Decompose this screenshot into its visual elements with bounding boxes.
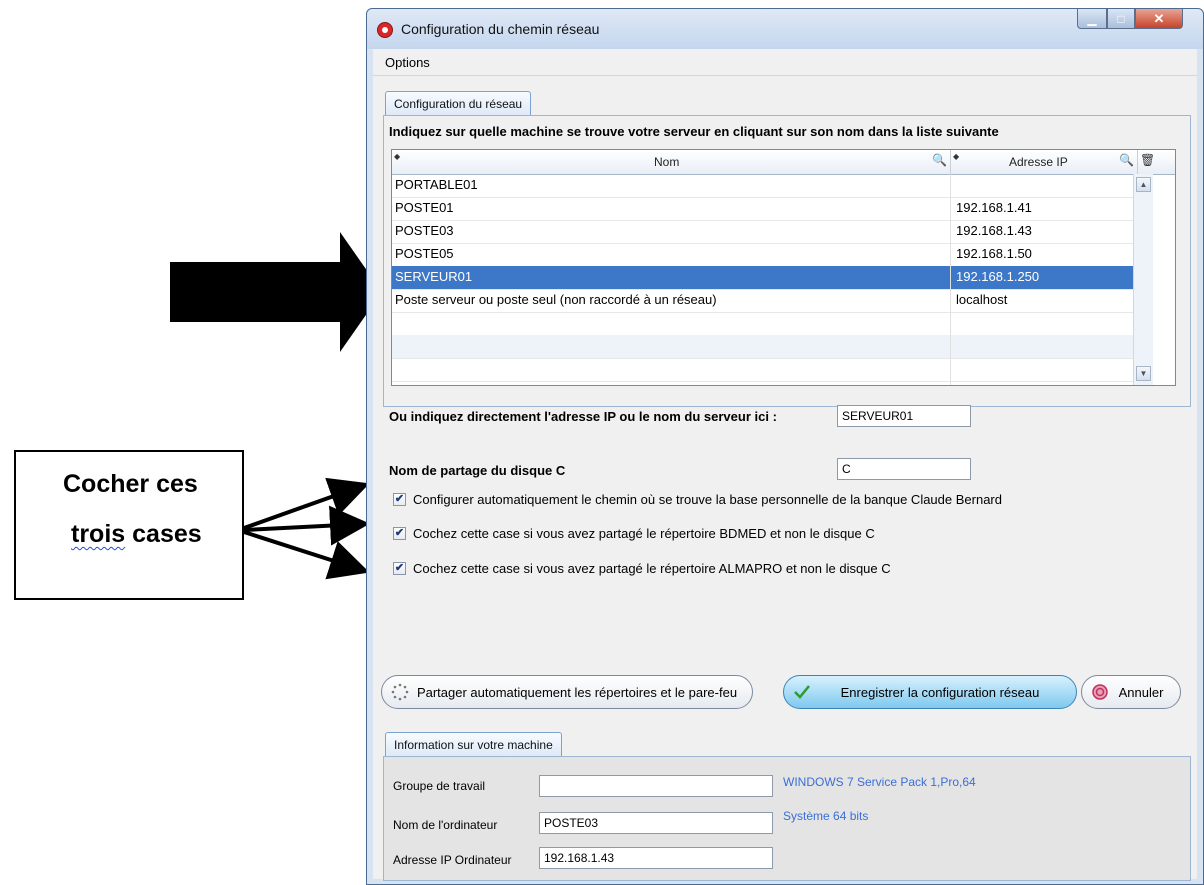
cell-ip: localhost bbox=[956, 292, 1008, 307]
cell-nom: SERVEUR01 bbox=[395, 269, 473, 284]
table-row-selected[interactable]: SERVEUR01 192.168.1.250 bbox=[392, 266, 1152, 290]
checkmark-icon bbox=[792, 682, 812, 702]
save-config-button[interactable]: Enregistrer la configuration réseau bbox=[783, 675, 1077, 709]
column-label-ip: Adresse IP bbox=[1009, 155, 1068, 169]
cell-nom: PORTABLE01 bbox=[395, 177, 478, 192]
cell-nom: POSTE05 bbox=[395, 246, 454, 261]
sort-icon: ◆ bbox=[394, 152, 401, 161]
computer-name-label: Nom de l'ordinateur bbox=[393, 818, 498, 832]
table-header: ◆ Nom 🔍 ◆ Adresse IP 🔍 🗑 bbox=[392, 150, 1175, 175]
cancel-label: Annuler bbox=[1118, 684, 1164, 700]
callout-text-line2: trois cases bbox=[71, 520, 202, 549]
share-folders-button[interactable]: Partager automatiquement les répertoires… bbox=[381, 675, 753, 709]
cell-ip: 192.168.1.50 bbox=[956, 246, 1032, 261]
table-row-empty bbox=[392, 335, 1152, 359]
cell-nom: Poste serveur ou poste seul (non raccord… bbox=[395, 292, 717, 307]
server-address-input[interactable]: SERVEUR01 bbox=[837, 405, 971, 427]
close-button[interactable]: ✕ bbox=[1135, 9, 1183, 29]
checkbox-bdmed-label[interactable]: Cochez cette case si vous avez partagé l… bbox=[413, 526, 875, 541]
title-bar[interactable]: Configuration du chemin réseau ▁ □ ✕ bbox=[367, 9, 1203, 49]
vertical-scrollbar[interactable]: ▲ ▼ bbox=[1133, 174, 1153, 385]
delete-icon[interactable]: 🗑 bbox=[1140, 153, 1155, 167]
cell-ip: 192.168.1.41 bbox=[956, 200, 1032, 215]
minimize-button[interactable]: ▁ bbox=[1077, 9, 1107, 29]
spinner-icon bbox=[390, 682, 410, 702]
os-info-text: WINDOWS 7 Service Pack 1,Pro,64 bbox=[783, 775, 976, 789]
column-separator bbox=[950, 174, 951, 385]
share-folders-label: Partager automatiquement les répertoires… bbox=[416, 684, 738, 700]
callout-text-line1: Cocher ces bbox=[63, 470, 198, 498]
column-header-extra[interactable]: 🗑 bbox=[1138, 150, 1175, 174]
checkbox-almapro[interactable]: ✔ bbox=[393, 562, 406, 575]
cell-nom: POSTE01 bbox=[395, 200, 454, 215]
table-row[interactable]: Poste serveur ou poste seul (non raccord… bbox=[392, 289, 1152, 313]
column-label-nom: Nom bbox=[654, 155, 680, 169]
instruction-text: Indiquez sur quelle machine se trouve vo… bbox=[389, 124, 999, 139]
server-list-table: ◆ Nom 🔍 ◆ Adresse IP 🔍 🗑 PORTABLE01 POST… bbox=[391, 149, 1176, 386]
computer-ip-input[interactable]: 192.168.1.43 bbox=[539, 847, 773, 869]
menu-options[interactable]: Options bbox=[385, 55, 430, 70]
computer-ip-label: Adresse IP Ordinateur bbox=[393, 853, 512, 867]
bits-info-text: Système 64 bits bbox=[783, 809, 869, 823]
column-header-ip[interactable]: ◆ Adresse IP 🔍 bbox=[951, 150, 1138, 174]
scroll-up-icon[interactable]: ▲ bbox=[1136, 177, 1151, 192]
callout-word-cases: cases bbox=[132, 520, 202, 548]
search-icon[interactable]: 🔍 bbox=[1119, 153, 1134, 167]
table-row[interactable]: POSTE01 192.168.1.41 bbox=[392, 197, 1152, 221]
cell-nom: POSTE03 bbox=[395, 223, 454, 238]
window-client: Options Configuration du réseau Indiquez… bbox=[373, 49, 1197, 881]
table-row-empty bbox=[392, 358, 1152, 382]
checkbox-auto-path-label[interactable]: Configurer automatiquement le chemin où … bbox=[413, 492, 1002, 507]
table-row[interactable]: PORTABLE01 bbox=[392, 174, 1152, 198]
column-header-nom[interactable]: ◆ Nom 🔍 bbox=[392, 150, 951, 174]
sort-icon: ◆ bbox=[953, 152, 960, 161]
window-title: Configuration du chemin réseau bbox=[401, 21, 600, 37]
table-row[interactable]: POSTE05 192.168.1.50 bbox=[392, 243, 1152, 267]
cancel-icon bbox=[1090, 682, 1110, 702]
cell-ip: 192.168.1.250 bbox=[956, 269, 1040, 284]
share-name-label: Nom de partage du disque C bbox=[389, 463, 566, 478]
callout-word-trois: trois bbox=[71, 520, 126, 548]
scroll-down-icon[interactable]: ▼ bbox=[1136, 366, 1151, 381]
pointer-arrows bbox=[243, 477, 370, 580]
search-icon[interactable]: 🔍 bbox=[932, 153, 947, 167]
tab-network-config[interactable]: Configuration du réseau bbox=[385, 91, 532, 116]
app-icon bbox=[377, 22, 393, 38]
direct-server-label: Ou indiquez directement l'adresse IP ou … bbox=[389, 409, 777, 424]
callout-box: Cocher ces trois cases bbox=[14, 450, 244, 600]
config-window: Configuration du chemin réseau ▁ □ ✕ Opt… bbox=[366, 8, 1204, 885]
save-config-label: Enregistrer la configuration réseau bbox=[840, 684, 1040, 700]
computer-name-input[interactable]: POSTE03 bbox=[539, 812, 773, 834]
window-controls: ▁ □ ✕ bbox=[1077, 9, 1183, 29]
checkbox-almapro-label[interactable]: Cochez cette case si vous avez partagé l… bbox=[413, 561, 891, 576]
cancel-button[interactable]: Annuler bbox=[1081, 675, 1181, 709]
menu-bar: Options bbox=[373, 49, 1197, 76]
share-name-input[interactable]: C bbox=[837, 458, 971, 480]
table-row-empty bbox=[392, 312, 1152, 336]
table-row[interactable]: POSTE03 192.168.1.43 bbox=[392, 220, 1152, 244]
checkbox-auto-path[interactable]: ✔ bbox=[393, 493, 406, 506]
workgroup-label: Groupe de travail bbox=[393, 779, 486, 793]
workgroup-input[interactable] bbox=[539, 775, 773, 797]
checkbox-bdmed[interactable]: ✔ bbox=[393, 527, 406, 540]
maximize-button[interactable]: □ bbox=[1107, 9, 1135, 29]
cell-ip: 192.168.1.43 bbox=[956, 223, 1032, 238]
tab-machine-info[interactable]: Information sur votre machine bbox=[385, 732, 562, 757]
